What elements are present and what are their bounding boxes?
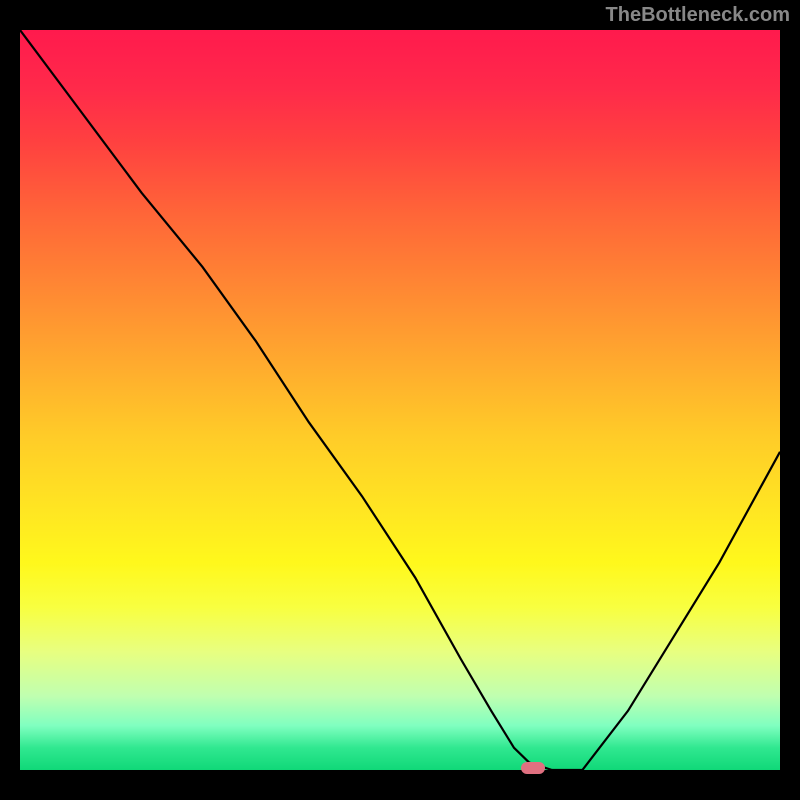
chart-plot-area (20, 30, 780, 770)
watermark-text: TheBottleneck.com (606, 4, 790, 27)
optimal-point-marker (521, 762, 545, 774)
bottleneck-curve (20, 30, 780, 770)
